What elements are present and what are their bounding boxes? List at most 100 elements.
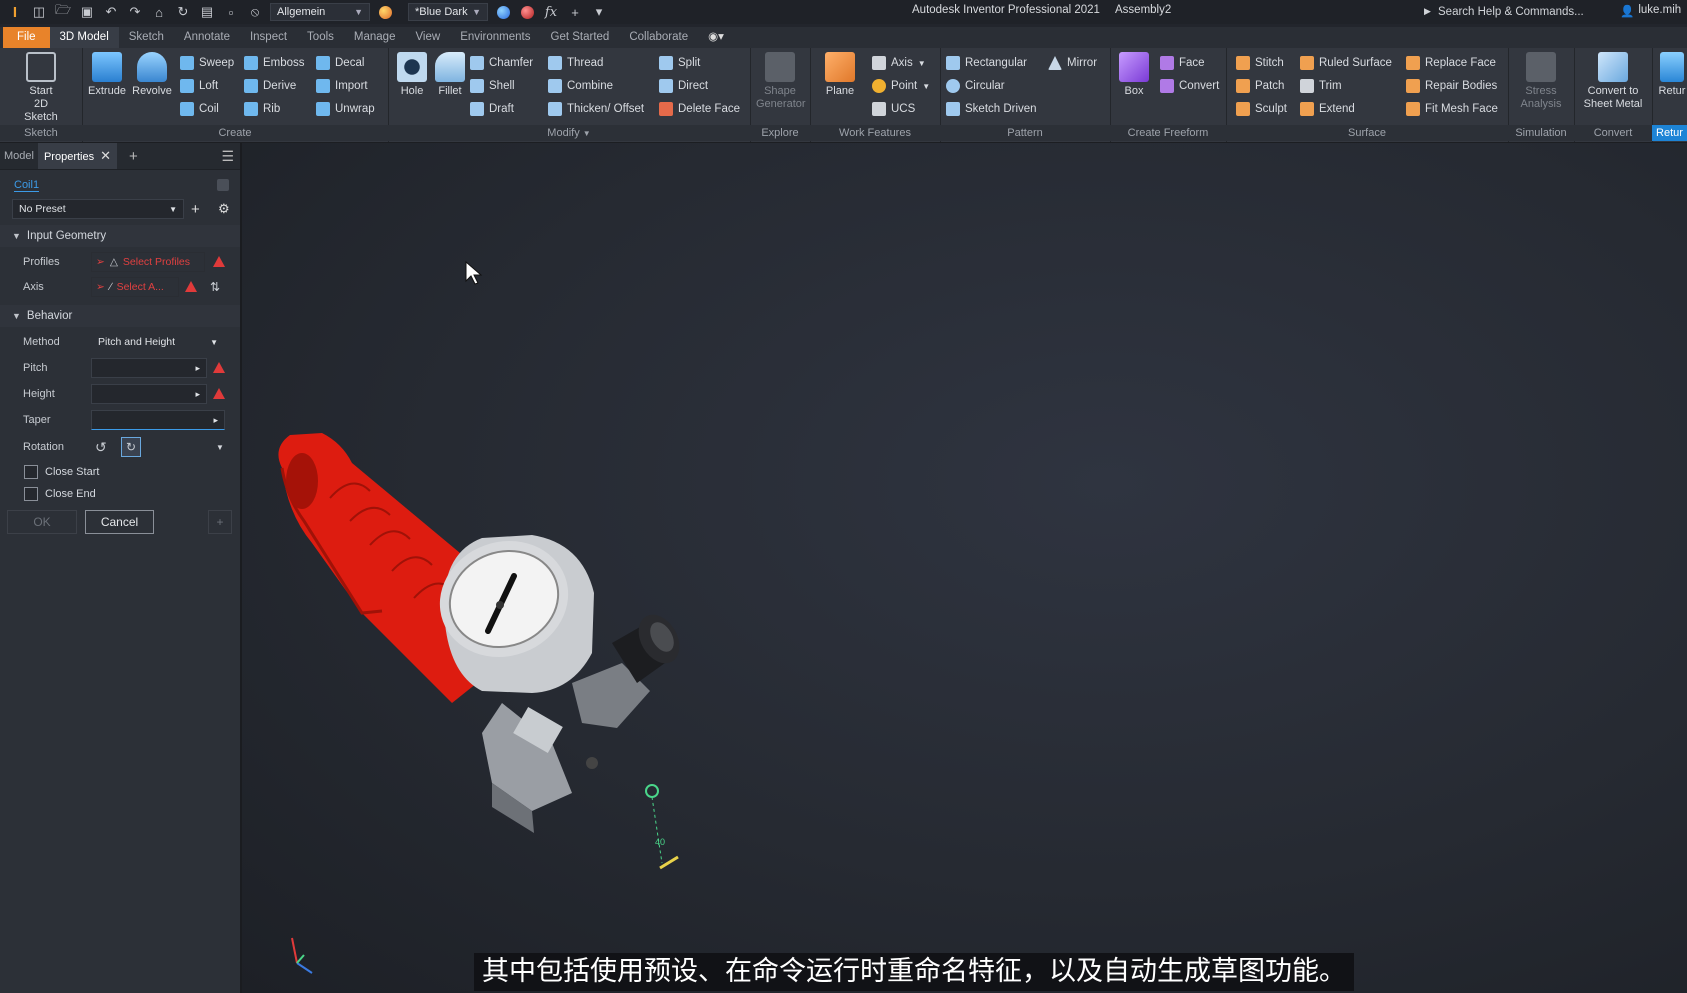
height-input[interactable]: ▸ [91, 384, 207, 404]
hamburger-menu-icon[interactable]: ☰ [221, 148, 234, 165]
taper-input[interactable]: ▸ [91, 410, 225, 430]
tab-get-started[interactable]: Get Started [541, 27, 620, 48]
fit-mesh-face-button[interactable]: Fit Mesh Face [1406, 99, 1498, 119]
flip-direction-icon[interactable]: ⇅ [210, 280, 220, 294]
box-button[interactable]: Box [1110, 52, 1158, 98]
plane-button[interactable]: Plane [816, 52, 864, 98]
open-folder-icon[interactable]: 🗁 [54, 2, 72, 21]
tab-tools[interactable]: Tools [297, 27, 344, 48]
no-material-icon[interactable]: ⦸ [246, 3, 264, 21]
close-start-checkbox[interactable] [24, 465, 38, 479]
tab-model[interactable]: Model [0, 150, 38, 162]
thread-button[interactable]: Thread [548, 53, 603, 73]
extend-button[interactable]: Extend [1300, 99, 1355, 119]
new-file-icon[interactable]: ◫ [30, 3, 48, 21]
convert-to-sheet-metal-button[interactable]: Convert to Sheet Metal [1576, 52, 1650, 111]
method-dropdown[interactable]: Pitch and Height ▼ [91, 332, 225, 352]
loft-button[interactable]: Loft [180, 76, 218, 96]
feature-name[interactable]: Coil1 [14, 179, 40, 192]
axis-button[interactable]: Axis ▼ [872, 53, 926, 73]
extrude-button[interactable]: Extrude [83, 52, 131, 98]
behavior-section[interactable]: ▼ Behavior [0, 305, 240, 327]
sweep-button[interactable]: Sweep [180, 53, 234, 73]
tab-annotate[interactable]: Annotate [174, 27, 240, 48]
start-2d-sketch-button[interactable]: Start 2D Sketch [16, 52, 66, 124]
revolve-button[interactable]: Revolve [128, 52, 176, 98]
tab-manage[interactable]: Manage [344, 27, 406, 48]
ok-button[interactable]: OK [7, 510, 77, 534]
apply-plus-button[interactable]: + [208, 510, 232, 534]
select-filter-icon[interactable]: ▤ [198, 3, 216, 21]
rotate-clockwise-icon[interactable]: ↻ [121, 437, 141, 457]
coil-button[interactable]: Coil [180, 99, 219, 119]
chevron-right-icon[interactable]: ▸ [195, 363, 200, 374]
emboss-button[interactable]: Emboss [244, 53, 305, 73]
rectangular-pattern-button[interactable]: Rectangular [946, 53, 1027, 73]
stress-analysis-button[interactable]: Stress Analysis [1517, 52, 1565, 111]
tab-collaborate[interactable]: Collaborate [619, 27, 698, 48]
chevron-right-icon[interactable]: ▸ [213, 415, 218, 426]
freeform-face-button[interactable]: Face [1160, 53, 1205, 73]
tab-sketch[interactable]: Sketch [119, 27, 174, 48]
chevron-down-icon[interactable]: ▼ [216, 443, 224, 452]
ucs-button[interactable]: UCS [872, 99, 915, 119]
rotate-counterclockwise-icon[interactable]: ↺ [95, 439, 107, 456]
delete-face-button[interactable]: Delete Face [659, 99, 740, 119]
feature-options-icon[interactable] [217, 179, 229, 191]
axis-selector[interactable]: ➢ ∕ Select A... [91, 277, 179, 297]
patch-button[interactable]: Patch [1236, 76, 1284, 96]
tab-properties[interactable]: Properties ✕ [37, 143, 118, 169]
clear-appearance-icon[interactable] [518, 3, 536, 21]
adjust-appearance-icon[interactable] [494, 3, 512, 21]
input-geometry-section[interactable]: ▼ Input Geometry [0, 225, 240, 247]
chevron-right-icon[interactable]: ▸ [195, 389, 200, 400]
stitch-button[interactable]: Stitch [1236, 53, 1284, 73]
repair-bodies-button[interactable]: Repair Bodies [1406, 76, 1497, 96]
shell-button[interactable]: Shell [470, 76, 515, 96]
split-button[interactable]: Split [659, 53, 700, 73]
add-tab-icon[interactable]: + [129, 148, 138, 165]
tab-view[interactable]: View [405, 27, 450, 48]
measure-icon[interactable]: ▫ [222, 3, 240, 21]
circular-pattern-button[interactable]: Circular [946, 76, 1005, 96]
profiles-selector[interactable]: ➢ △ Select Profiles [91, 252, 205, 272]
home-icon[interactable]: ⌂ [150, 3, 168, 21]
shape-generator-button[interactable]: Shape Generator [756, 52, 806, 111]
add-icon[interactable]: + [566, 3, 584, 21]
add-preset-icon[interactable]: + [191, 201, 200, 218]
redo-icon[interactable]: ↷ [126, 3, 144, 21]
decal-button[interactable]: Decal [316, 53, 364, 73]
camera-options-icon[interactable]: ◉▾ [698, 27, 734, 48]
close-icon[interactable]: ✕ [100, 148, 111, 163]
fillet-button[interactable]: Fillet [426, 52, 474, 98]
inventor-logo-icon[interactable]: I [6, 3, 24, 21]
derive-button[interactable]: Derive [244, 76, 296, 96]
customize-qat-icon[interactable]: ▾ [590, 3, 608, 21]
import-button[interactable]: Import [316, 76, 368, 96]
save-icon[interactable]: ▣ [78, 3, 96, 21]
appearance-dropdown[interactable]: *Blue Dark ▼ [408, 3, 488, 21]
point-button[interactable]: Point ▼ [872, 76, 930, 96]
replace-face-button[interactable]: Replace Face [1406, 53, 1496, 73]
trim-button[interactable]: Trim [1300, 76, 1342, 96]
tab-3d-model[interactable]: 3D Model [49, 27, 119, 48]
rib-button[interactable]: Rib [244, 99, 280, 119]
direct-button[interactable]: Direct [659, 76, 708, 96]
preset-dropdown[interactable]: No Preset ▼ [12, 199, 184, 219]
gear-icon[interactable]: ⚙ [218, 201, 230, 217]
user-account[interactable]: 👤 luke.mih [1620, 4, 1681, 18]
parameters-icon[interactable]: fx [542, 3, 560, 21]
draft-button[interactable]: Draft [470, 99, 514, 119]
unwrap-button[interactable]: Unwrap [316, 99, 375, 119]
tab-environments[interactable]: Environments [450, 27, 540, 48]
cancel-button[interactable]: Cancel [85, 510, 154, 534]
update-icon[interactable]: ↻ [174, 3, 192, 21]
combine-button[interactable]: Combine [548, 76, 613, 96]
graphics-viewport[interactable]: 40 [242, 143, 1687, 993]
undo-icon[interactable]: ↶ [102, 3, 120, 21]
ruled-surface-button[interactable]: Ruled Surface [1300, 53, 1392, 73]
close-end-checkbox[interactable] [24, 487, 38, 501]
tab-inspect[interactable]: Inspect [240, 27, 297, 48]
pitch-input[interactable]: ▸ [91, 358, 207, 378]
tab-file[interactable]: File [3, 27, 50, 48]
